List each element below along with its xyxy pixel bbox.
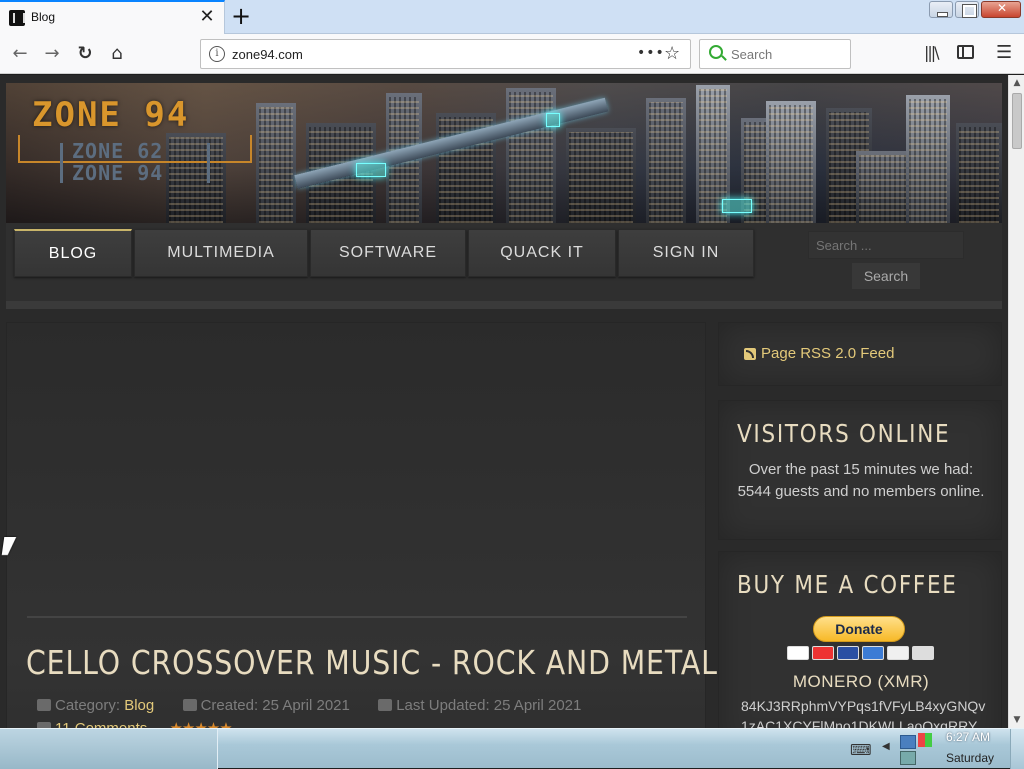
- category-label: Category:: [55, 697, 121, 714]
- comments-link[interactable]: 11 Comments: [55, 720, 147, 728]
- new-tab-button[interactable]: +: [229, 4, 253, 28]
- article-meta-secondary: 11 Comments ★★★★★: [37, 719, 233, 728]
- back-icon[interactable]: ←: [8, 42, 32, 66]
- menu-item-quack-it[interactable]: QUACK IT: [468, 229, 616, 277]
- close-tab-button[interactable]: ✕: [198, 8, 216, 26]
- minimize-window-button[interactable]: [929, 1, 953, 18]
- embedded-video-area[interactable]: [7, 323, 707, 613]
- site-banner[interactable]: ZONE 94 ZONE 62 ZONE 94: [6, 83, 1002, 223]
- banner-hologram: [722, 199, 752, 213]
- card-logos: [787, 646, 935, 660]
- page-viewport: ZONE 94 ZONE 62 ZONE 94 BLOG MULTIMEDIA …: [0, 75, 1008, 728]
- network-icon[interactable]: [900, 735, 916, 749]
- library-icon[interactable]: |||\: [924, 43, 940, 62]
- banner-building: [256, 103, 296, 223]
- mastercard-icon: [812, 646, 834, 660]
- folder-icon: [37, 699, 51, 711]
- rss-box: Page RSS 2.0 Feed: [718, 322, 1002, 386]
- calendar-icon: [378, 699, 393, 711]
- banner-hologram: [356, 163, 386, 177]
- address-bar[interactable]: i zone94.com ••• ☆: [200, 39, 691, 69]
- reload-icon[interactable]: ↻: [73, 42, 97, 66]
- info-icon[interactable]: i: [209, 46, 225, 62]
- bookmark-star-icon[interactable]: ☆: [664, 43, 680, 64]
- banner-building: [506, 88, 556, 223]
- tab-title: Blog: [31, 10, 56, 24]
- volume-icon[interactable]: [900, 751, 916, 765]
- clock-day[interactable]: Saturday: [946, 751, 994, 765]
- menu-item-sign-in[interactable]: SIGN IN: [618, 229, 754, 277]
- visitors-text: Over the past 15 minutes we had: 5544 gu…: [737, 461, 985, 500]
- logo-subtitle: ZONE 62: [72, 139, 164, 163]
- scroll-up-icon[interactable]: ▲: [1009, 75, 1024, 91]
- search-placeholder[interactable]: Search: [731, 47, 772, 62]
- banner-building: [646, 98, 686, 223]
- browser-tab-bar: Blog ✕ +: [0, 0, 1024, 34]
- divider: [27, 616, 687, 618]
- page-actions-icon[interactable]: •••: [637, 45, 665, 61]
- page-scrollbar[interactable]: ▲ ▼: [1008, 75, 1024, 728]
- discover-icon: [887, 646, 909, 660]
- tray-expand-icon[interactable]: ◀: [882, 741, 890, 752]
- coffee-box: BUY ME A COFFEE Donate MONERO (XMR) 84KJ…: [718, 551, 1002, 728]
- browser-nav-bar: ← → ↻ ⌂ i zone94.com ••• ☆ Search |||\ ☰: [0, 34, 1024, 74]
- banner-hologram: [546, 113, 560, 127]
- browser-search-box[interactable]: Search: [699, 39, 851, 69]
- search-engine-icon[interactable]: [709, 45, 723, 59]
- menu-icon[interactable]: ☰: [996, 42, 1012, 63]
- maximize-window-button[interactable]: [955, 1, 979, 18]
- visitors-title: VISITORS ONLINE: [737, 419, 951, 448]
- article-meta: Category: Blog Created: 25 April 2021 La…: [37, 697, 581, 714]
- banner-building: [766, 101, 816, 223]
- close-window-button[interactable]: [981, 1, 1022, 18]
- logo-subtitle: ZONE 94: [72, 161, 164, 185]
- created-date: Created: 25 April 2021: [200, 697, 350, 714]
- category-link[interactable]: Blog: [124, 697, 154, 714]
- browser-tab[interactable]: Blog ✕: [0, 0, 225, 34]
- mouse-cursor: [1, 537, 17, 555]
- menu-item-software[interactable]: SOFTWARE: [310, 229, 466, 277]
- jcb-icon: [912, 646, 934, 660]
- maestro-icon: [837, 646, 859, 660]
- favicon-icon: [9, 10, 25, 26]
- sidebar-icon[interactable]: [957, 45, 974, 59]
- article-main: CELLO CROSSOVER MUSIC - ROCK AND METAL C…: [6, 322, 717, 728]
- menu-item-blog[interactable]: BLOG: [14, 229, 132, 277]
- visa-icon: [787, 646, 809, 660]
- clock-time[interactable]: 6:27 AM: [946, 730, 990, 744]
- rss-link[interactable]: Page RSS 2.0 Feed: [761, 345, 894, 362]
- visitors-box: VISITORS ONLINE Over the past 15 minutes…: [718, 400, 1002, 540]
- calendar-icon: [182, 699, 197, 711]
- home-icon[interactable]: ⌂: [105, 42, 129, 66]
- show-desktop-button[interactable]: [1010, 729, 1024, 769]
- coffee-title: BUY ME A COFFEE: [737, 570, 958, 599]
- banner-building: [956, 123, 1002, 223]
- site-menu: BLOG MULTIMEDIA SOFTWARE QUACK IT SIGN I…: [6, 223, 1002, 309]
- taskbar-app-button[interactable]: [0, 729, 218, 769]
- scroll-thumb[interactable]: [1012, 93, 1022, 149]
- menu-item-multimedia[interactable]: MULTIMEDIA: [134, 229, 308, 277]
- monero-address[interactable]: 84KJ3RRphmVYPqs1fVFyLB4xyGNQv1zAC1XCYFlM…: [741, 696, 987, 728]
- forward-icon[interactable]: →: [40, 42, 64, 66]
- site-logo[interactable]: ZONE 94: [32, 95, 189, 135]
- action-center-flag-icon[interactable]: [918, 733, 932, 747]
- keyboard-icon[interactable]: ⌨: [850, 741, 872, 759]
- url-text[interactable]: zone94.com: [232, 47, 303, 62]
- banner-building: [566, 128, 636, 223]
- article-title[interactable]: CELLO CROSSOVER MUSIC - ROCK AND METAL: [26, 643, 718, 682]
- os-taskbar: ⌨ ◀ 6:27 AM Saturday: [0, 728, 1024, 769]
- donate-button[interactable]: Donate: [813, 616, 905, 642]
- banner-building: [906, 95, 950, 223]
- rating-stars[interactable]: ★★★★★: [169, 720, 232, 728]
- site-search-input[interactable]: [808, 231, 964, 259]
- scroll-down-icon[interactable]: ▼: [1009, 712, 1024, 728]
- rss-icon: [744, 348, 756, 360]
- monero-label: MONERO (XMR): [792, 672, 930, 691]
- updated-date: Last Updated: 25 April 2021: [396, 697, 582, 714]
- site-search-button[interactable]: Search: [852, 263, 920, 289]
- amex-icon: [862, 646, 884, 660]
